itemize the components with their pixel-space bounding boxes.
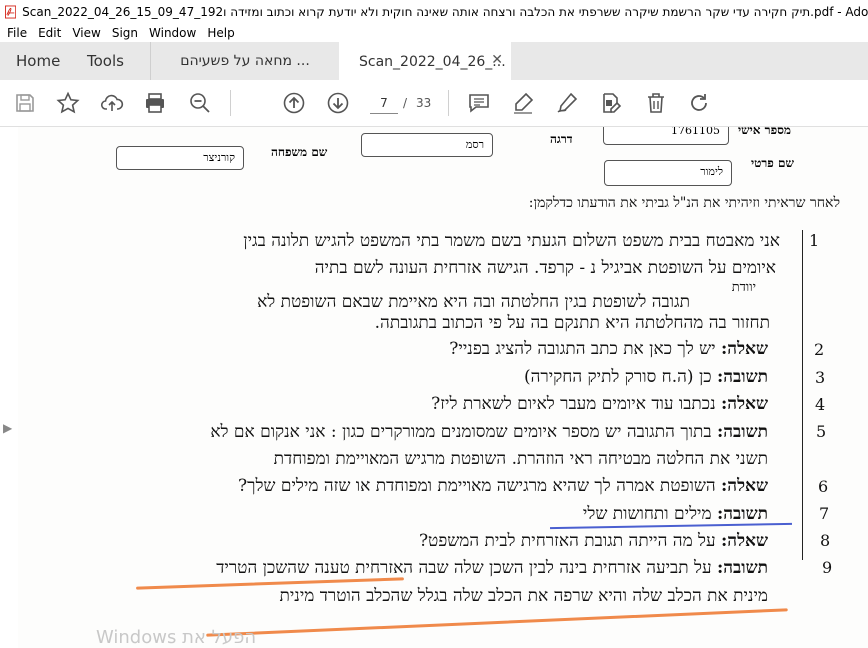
tab-home[interactable]: Home — [16, 42, 60, 80]
answer-line: תשני את החלטה מבטיחה ראי הוזהרת. השופטת … — [273, 449, 768, 469]
tab-tools[interactable]: Tools — [87, 42, 124, 80]
print-icon[interactable] — [143, 91, 167, 115]
margin-rule — [802, 230, 803, 560]
menu-file[interactable]: File — [7, 26, 27, 40]
bookmark-star-icon[interactable] — [56, 91, 80, 115]
line-number: 9 — [822, 558, 833, 577]
tab-document-protest[interactable]: מחאה על פשעיהם ... — [150, 42, 340, 80]
toolbar: 7 / 33 — [0, 80, 868, 127]
intro-text: לאחר שראיתי וזיהיתי את הנ"ל גביתי את הוד… — [528, 195, 840, 211]
rotate-redo-icon[interactable] — [687, 91, 711, 115]
tab-document-scan-label: Scan_2022_04_26_... — [359, 53, 506, 70]
first-name-label: שם פרטי — [751, 156, 794, 170]
question-line: שאלה: השופטת אמרה לך שהיא מרגישה מאויימת… — [238, 476, 768, 496]
toolbar-separator — [448, 90, 449, 116]
expand-panel-arrow-icon[interactable]: ▶ — [3, 421, 12, 435]
page-total: 33 — [416, 96, 432, 110]
line-number: 1 — [809, 231, 820, 250]
page-separator: / — [403, 96, 408, 110]
answer-line: תשובה: על תביעה אזרחית בינה לבין השכן של… — [216, 558, 768, 578]
rank-field: רסמ — [361, 133, 493, 157]
line-number: 8 — [820, 531, 831, 550]
next-page-icon[interactable] — [326, 91, 350, 115]
answer-continuation-line: מינית את הכלב שלה והיא שרפה את הכלב שלה … — [279, 586, 768, 606]
statement-line: איומים על השופטת אביגיל נ - קרפד. הגישה … — [314, 258, 776, 278]
question-line: שאלה: נכתבו עוד איומים מעבר לאיום לשארת … — [431, 394, 768, 414]
first-name-field: לימור — [604, 160, 732, 186]
statement-line: תחזור בה מהחלטתה היא תתנקם בה על פי הכתו… — [374, 313, 770, 333]
personal-id-field: 1761105 — [603, 127, 729, 145]
menu-view[interactable]: View — [72, 26, 100, 40]
line-number: 7 — [819, 504, 830, 523]
answer-line: תשובה: כן (ה.ח סורק לתיק החקירה) — [523, 367, 768, 387]
question-line: שאלה: על מה הייתה תגובת האזרחית לבית המש… — [418, 531, 768, 551]
menu-sign[interactable]: Sign — [112, 26, 138, 40]
save-icon[interactable] — [13, 91, 37, 115]
menu-edit[interactable]: Edit — [38, 26, 61, 40]
page-number-input[interactable]: 7 — [370, 93, 398, 114]
tab-bar: Home Tools מחאה על פשעיהם ... Scan_2022_… — [0, 42, 868, 81]
tab-document-scan[interactable]: Scan_2022_04_26_... ✕ — [339, 42, 511, 81]
orange-underline-highlight — [206, 608, 788, 637]
line-number: 5 — [816, 422, 827, 441]
highlight-pen-icon[interactable] — [511, 91, 535, 115]
statement-line: תגובה לשופטת בגין החלטתה ובה היא מאיימת … — [257, 292, 690, 312]
answer-line: תשובה: בתוך התגובה יש מספר איומים שמסומנ… — [210, 422, 768, 442]
line-number: 3 — [815, 368, 826, 387]
activate-windows-watermark: Windows הפעל את — [96, 627, 257, 648]
answer-line: תשובה: מילים ותחושות שלי — [582, 504, 768, 524]
personal-id-label: מספר אישי — [738, 127, 792, 137]
line-number: 2 — [814, 340, 825, 359]
question-line: שאלה: יש לך כאן את כתב התגובה להציג בפני… — [449, 339, 768, 359]
rank-label: דרגה — [550, 132, 573, 146]
last-name-label: שם משפחה — [271, 145, 328, 159]
close-tab-icon[interactable]: ✕ — [491, 52, 503, 68]
upload-cloud-icon[interactable] — [100, 91, 124, 115]
edit-pdf-icon[interactable] — [599, 91, 623, 115]
zoom-out-icon[interactable] — [188, 91, 212, 115]
toolbar-separator — [230, 90, 231, 116]
menu-help[interactable]: Help — [207, 26, 234, 40]
menu-bar: File Edit View Sign Window Help — [0, 24, 868, 42]
previous-page-icon[interactable] — [282, 91, 306, 115]
last-name-field: קורניצר — [116, 146, 244, 170]
line-number: 6 — [818, 477, 829, 496]
tab-document-protest-label: מחאה על פשעיהם ... — [180, 53, 310, 69]
menu-window[interactable]: Window — [149, 26, 196, 40]
statement-line: אני מאבטח בבית משפט השלום הגעתי בשם משמר… — [243, 231, 780, 251]
sign-pen-icon[interactable] — [555, 91, 579, 115]
scanned-page: 1761105 מספר אישי דרגה רסמ שם משפחה קורנ… — [18, 127, 868, 648]
delete-trash-icon[interactable] — [644, 91, 668, 115]
line-number: 4 — [815, 395, 826, 414]
window-titlebar: Scan_2022_04_26_15_09_47_192תיק חקירה עד… — [0, 0, 868, 24]
window-title: Scan_2022_04_26_15_09_47_192תיק חקירה עד… — [22, 5, 868, 19]
document-viewport[interactable]: ▶ 1761105 מספר אישי דרגה רסמ שם משפחה קו… — [0, 127, 868, 648]
comment-icon[interactable] — [467, 91, 491, 115]
acrobat-pdf-icon — [5, 5, 17, 19]
